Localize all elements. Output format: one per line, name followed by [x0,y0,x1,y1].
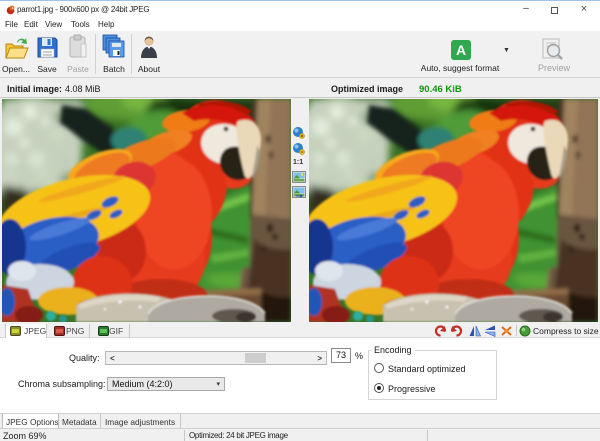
svg-text:A: A [456,42,466,58]
